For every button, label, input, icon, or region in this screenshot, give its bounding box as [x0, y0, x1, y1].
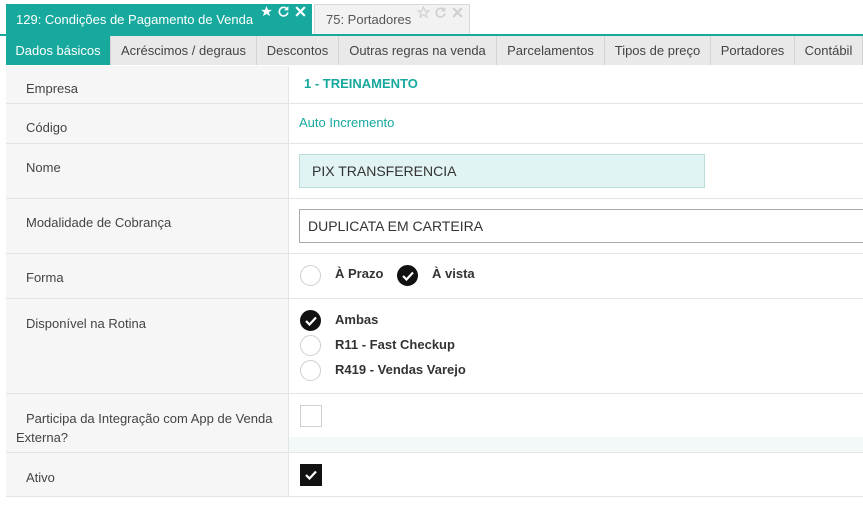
- rotina-r11-label[interactable]: R11 - Fast Checkup: [335, 337, 455, 352]
- tab-tipos-de-preco[interactable]: Tipos de preço: [605, 36, 711, 65]
- window-tab-label: 129: Condições de Pagamento de Venda: [16, 11, 254, 27]
- row-forma: Forma À Prazo À vista: [6, 254, 863, 299]
- tab-dados-basicos[interactable]: Dados básicos: [6, 36, 111, 65]
- forma-prazo-radio[interactable]: [300, 265, 321, 286]
- tab-parcelamentos[interactable]: Parcelamentos: [497, 36, 605, 65]
- ativo-checkbox[interactable]: [300, 464, 322, 486]
- empresa-link[interactable]: 1 - TREINAMENTO: [304, 76, 418, 91]
- tab-portadores[interactable]: Portadores: [711, 36, 795, 65]
- codigo-label: Código: [26, 120, 68, 135]
- close-icon[interactable]: [294, 5, 307, 18]
- nome-label: Nome: [26, 160, 61, 175]
- forma-prazo-label[interactable]: À Prazo: [335, 266, 383, 281]
- tab-contabil[interactable]: Contábil: [795, 36, 863, 65]
- rotina-r419-label[interactable]: R419 - Vendas Varejo: [335, 362, 466, 377]
- tab-outras-regras[interactable]: Outras regras na venda: [339, 36, 497, 65]
- row-ativo: Ativo: [6, 453, 863, 497]
- section-tab-bar: Dados básicos Acréscimos / degraus Desco…: [6, 36, 863, 65]
- check-icon: [305, 316, 317, 326]
- rotina-ambas-label[interactable]: Ambas: [335, 312, 378, 327]
- integracao-label-line1: Participa da Integração com App de Venda: [26, 411, 273, 426]
- row-integracao: Participa da Integração com App de Venda…: [6, 394, 863, 453]
- star-icon[interactable]: [260, 5, 273, 18]
- rotina-r11-radio[interactable]: [300, 335, 321, 356]
- window-tab-label: 75: Portadores: [326, 12, 412, 27]
- modalidade-select[interactable]: DUPLICATA EM CARTEIRA: [299, 209, 863, 243]
- forma-vista-radio[interactable]: [397, 265, 418, 286]
- rotina-ambas-radio[interactable]: [300, 310, 321, 331]
- refresh-icon[interactable]: [434, 6, 447, 19]
- modalidade-label: Modalidade de Cobrança: [26, 215, 172, 230]
- row-empresa: Empresa 1 - TREINAMENTO: [6, 66, 863, 104]
- refresh-icon[interactable]: [277, 5, 290, 18]
- forma-label: Forma: [26, 270, 64, 285]
- integracao-checkbox[interactable]: [300, 405, 322, 427]
- tab-acrescimos-degraus[interactable]: Acréscimos / degraus: [111, 36, 257, 65]
- check-icon: [305, 470, 317, 480]
- empresa-label: Empresa: [26, 81, 79, 96]
- star-icon[interactable]: [417, 6, 430, 19]
- check-icon: [402, 271, 414, 281]
- ativo-label: Ativo: [26, 470, 55, 485]
- row-codigo: Código Auto Incremento: [6, 104, 863, 144]
- window-tab-bar: 129: Condições de Pagamento de Venda 75:…: [0, 0, 863, 36]
- window-tab-portadores[interactable]: 75: Portadores: [314, 4, 470, 34]
- window-tab-condicoes[interactable]: 129: Condições de Pagamento de Venda: [6, 4, 312, 34]
- integracao-label-line2: Externa?: [16, 430, 69, 445]
- close-icon[interactable]: [451, 6, 464, 19]
- codigo-value: Auto Incremento: [299, 115, 395, 130]
- row-modalidade: Modalidade de Cobrança DUPLICATA EM CART…: [6, 199, 863, 254]
- row-nome: Nome PIX TRANSFERENCIA: [6, 144, 863, 199]
- row-rotina: Disponível na Rotina Ambas R11 - Fast Ch…: [6, 299, 863, 394]
- forma-vista-label[interactable]: À vista: [432, 266, 475, 281]
- tab-descontos[interactable]: Descontos: [257, 36, 339, 65]
- rotina-r419-radio[interactable]: [300, 360, 321, 381]
- nome-input[interactable]: PIX TRANSFERENCIA: [299, 154, 705, 188]
- rotina-label: Disponível na Rotina: [26, 316, 146, 331]
